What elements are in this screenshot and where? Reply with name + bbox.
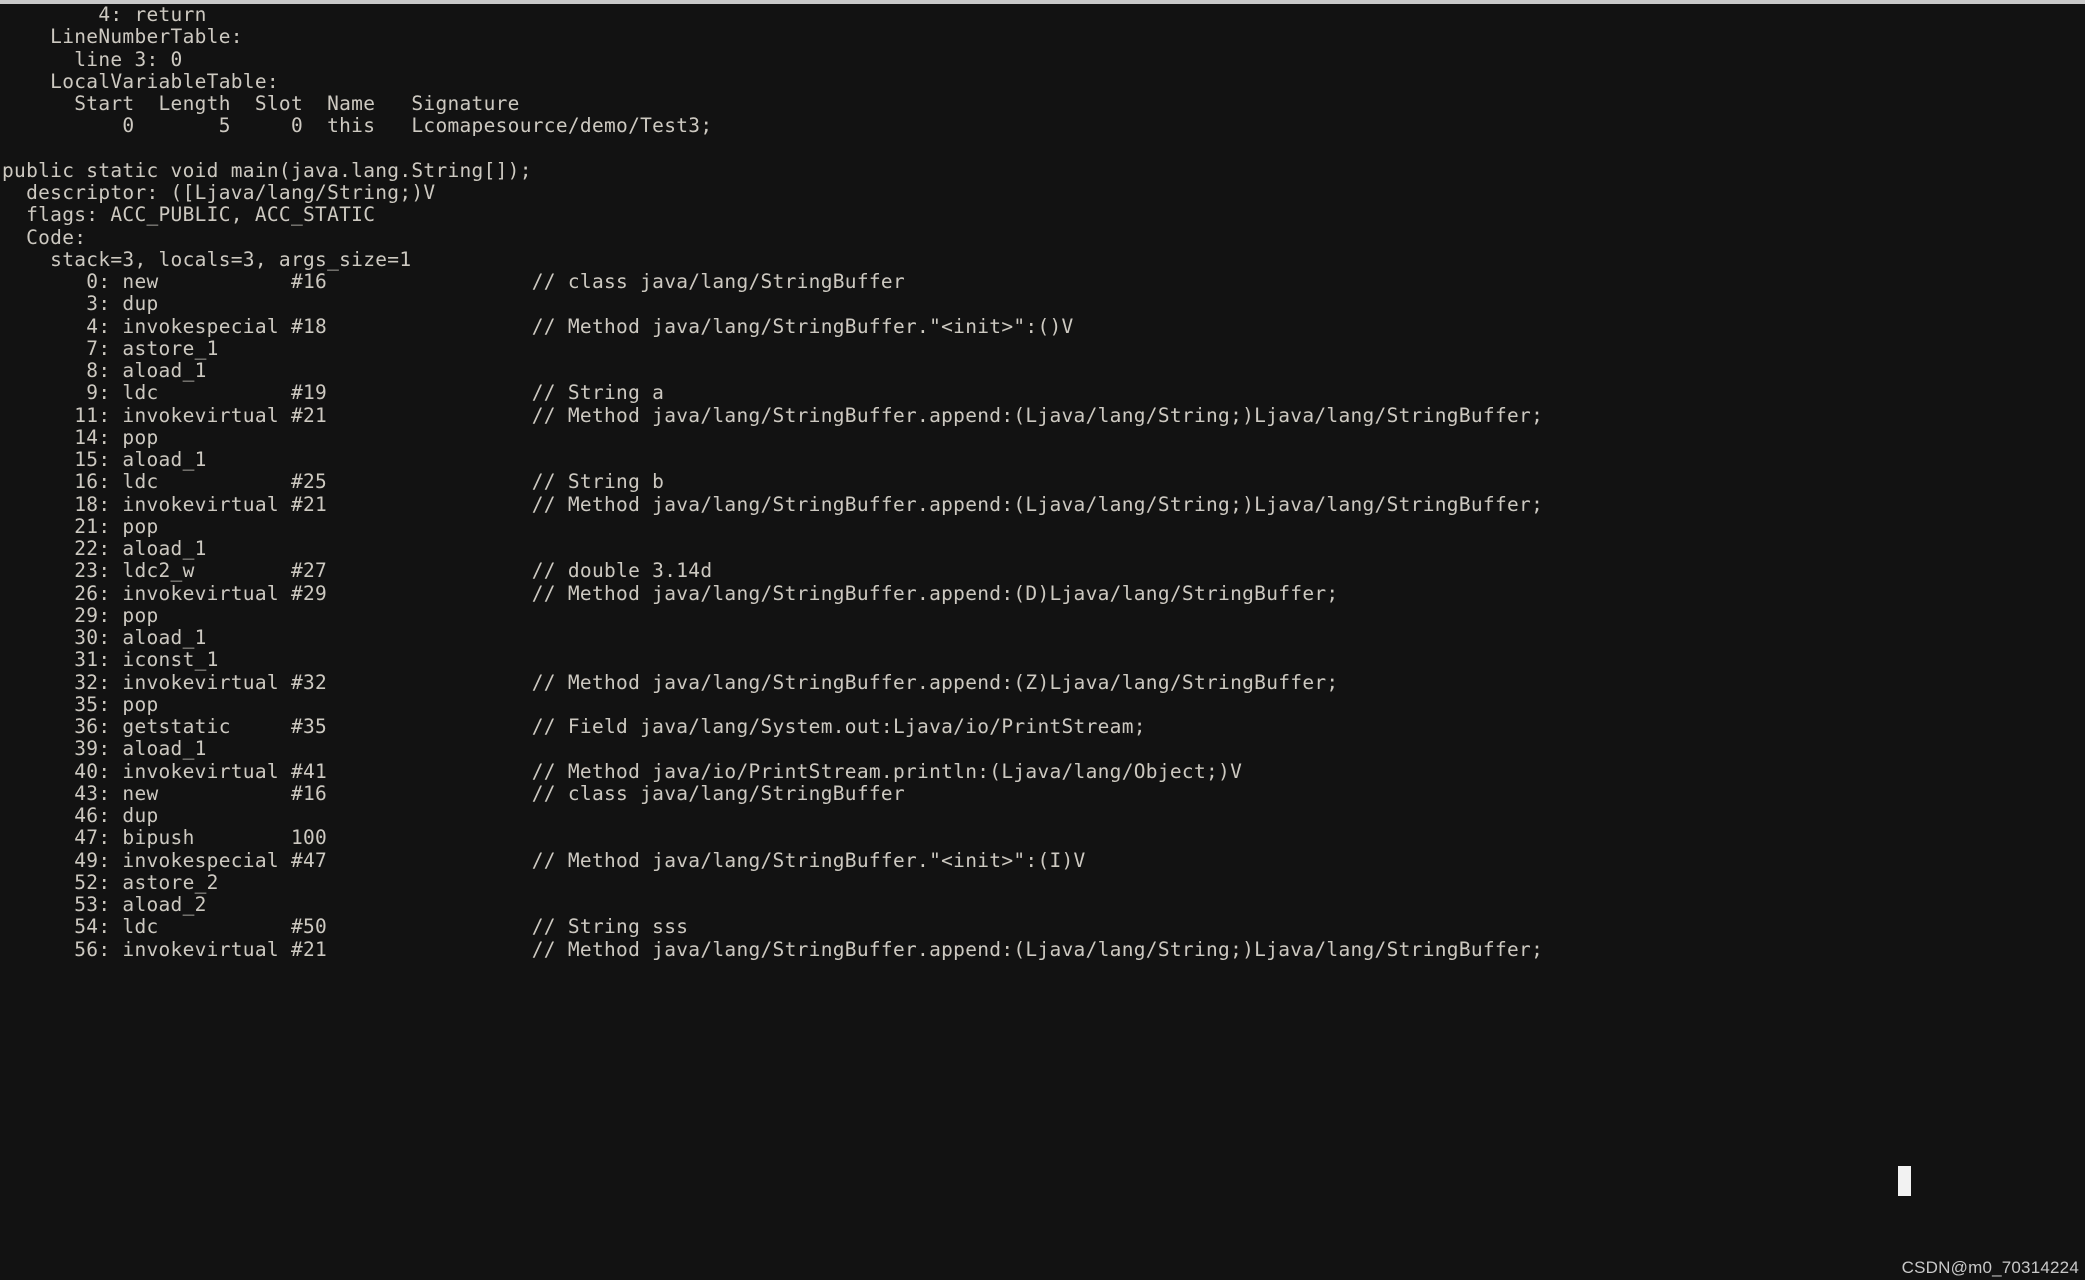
console-line: 47: bipush 100: [0, 827, 2085, 849]
console-line: 18: invokevirtual #21 // Method java/lan…: [0, 494, 2085, 516]
console-line: public static void main(java.lang.String…: [0, 160, 2085, 182]
console-line: 46: dup: [0, 805, 2085, 827]
console-line: Code:: [0, 227, 2085, 249]
console-line: flags: ACC_PUBLIC, ACC_STATIC: [0, 204, 2085, 226]
console-line: 4: return: [0, 4, 2085, 26]
console-line: 0: new #16 // class java/lang/StringBuff…: [0, 271, 2085, 293]
console-line: 39: aload_1: [0, 738, 2085, 760]
console-line: 49: invokespecial #47 // Method java/lan…: [0, 850, 2085, 872]
console-line: 3: dup: [0, 293, 2085, 315]
console-line: 7: astore_1: [0, 338, 2085, 360]
console-line: 26: invokevirtual #29 // Method java/lan…: [0, 583, 2085, 605]
console-line: 0 5 0 this Lcomapesource/demo/Test3;: [0, 115, 2085, 137]
console-line: 35: pop: [0, 694, 2085, 716]
console-line: 16: ldc #25 // String b: [0, 471, 2085, 493]
console-line: 4: invokespecial #18 // Method java/lang…: [0, 316, 2085, 338]
console-line: 9: ldc #19 // String a: [0, 382, 2085, 404]
console-line: 22: aload_1: [0, 538, 2085, 560]
console-line: [0, 138, 2085, 160]
console-line: 56: invokevirtual #21 // Method java/lan…: [0, 939, 2085, 961]
console-output[interactable]: 4: return LineNumberTable: line 3: 0 Loc…: [0, 4, 2085, 961]
console-line: 32: invokevirtual #32 // Method java/lan…: [0, 672, 2085, 694]
text-cursor: [1898, 1166, 1911, 1196]
csdn-watermark: CSDN@m0_70314224: [1902, 1258, 2079, 1278]
console-line: Start Length Slot Name Signature: [0, 93, 2085, 115]
console-line: 53: aload_2: [0, 894, 2085, 916]
console-line: 36: getstatic #35 // Field java/lang/Sys…: [0, 716, 2085, 738]
console-line: 23: ldc2_w #27 // double 3.14d: [0, 560, 2085, 582]
console-line: 14: pop: [0, 427, 2085, 449]
console-line: 43: new #16 // class java/lang/StringBuf…: [0, 783, 2085, 805]
console-line: stack=3, locals=3, args_size=1: [0, 249, 2085, 271]
console-line: 30: aload_1: [0, 627, 2085, 649]
console-line: 11: invokevirtual #21 // Method java/lan…: [0, 405, 2085, 427]
console-line: 52: astore_2: [0, 872, 2085, 894]
console-line: 15: aload_1: [0, 449, 2085, 471]
console-line: LineNumberTable:: [0, 26, 2085, 48]
terminal-window[interactable]: 4: return LineNumberTable: line 3: 0 Loc…: [0, 0, 2085, 1280]
console-line: 40: invokevirtual #41 // Method java/io/…: [0, 761, 2085, 783]
console-line: 31: iconst_1: [0, 649, 2085, 671]
console-line: LocalVariableTable:: [0, 71, 2085, 93]
console-line: descriptor: ([Ljava/lang/String;)V: [0, 182, 2085, 204]
console-line: 54: ldc #50 // String sss: [0, 916, 2085, 938]
console-line: line 3: 0: [0, 49, 2085, 71]
console-line: 29: pop: [0, 605, 2085, 627]
console-line: 21: pop: [0, 516, 2085, 538]
console-line: 8: aload_1: [0, 360, 2085, 382]
